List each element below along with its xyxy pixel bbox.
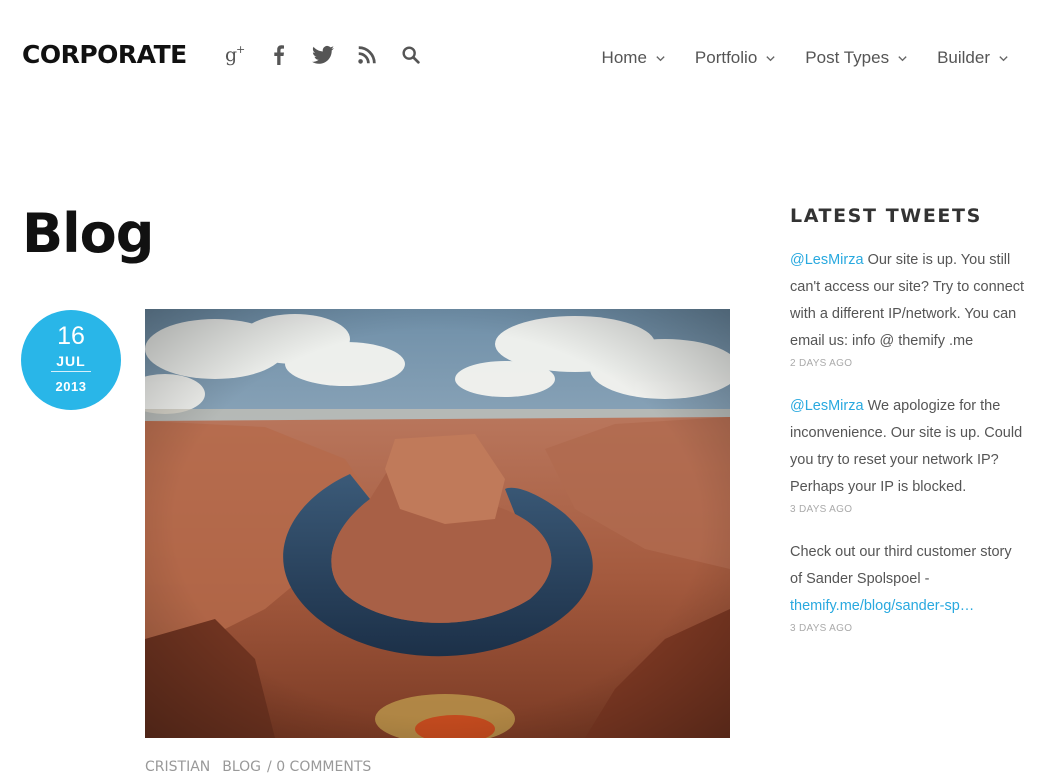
tweet-mention-link[interactable]: @LesMirza [790, 252, 864, 268]
canyon-photo [145, 309, 730, 738]
tweet-text: Check out our third customer story of Sa… [790, 544, 1012, 587]
tweet-item: @LesMirza We apologize for the inconveni… [790, 393, 1025, 517]
post-category-link[interactable]: BLOG [222, 759, 261, 775]
chevron-down-icon [898, 55, 907, 61]
tweet-body: @LesMirza Our site is up. You still can'… [790, 247, 1025, 355]
chevron-down-icon [656, 55, 665, 61]
post-date-year: 2013 [55, 379, 87, 394]
chevron-down-icon [766, 55, 775, 61]
chevron-down-icon [999, 55, 1008, 61]
nav-item-label: Portfolio [694, 48, 758, 67]
post-featured-image[interactable] [145, 309, 730, 738]
post-date-month: JUL [51, 353, 91, 372]
nav-item-portfolio[interactable]: Portfolio [695, 48, 776, 68]
social-links: g + [222, 42, 424, 68]
tweet-body: Check out our third customer story of Sa… [790, 539, 1025, 620]
tweet-time: 2 DAYS AGO [790, 358, 853, 369]
post-author-link[interactable]: CRISTIAN [145, 759, 210, 775]
google-plus-icon[interactable]: g + [222, 42, 248, 68]
facebook-icon[interactable] [266, 42, 292, 68]
post-date-day: 16 [57, 322, 85, 350]
nav-item-label: Home [601, 48, 647, 67]
post-comments-link[interactable]: / 0 COMMENTS [267, 759, 371, 775]
tweet-body: @LesMirza We apologize for the inconveni… [790, 393, 1025, 501]
post-date-badge: 16 JUL 2013 [21, 310, 121, 410]
nav-item-label: Builder [937, 48, 990, 67]
post-meta: CRISTIAN BLOG / 0 COMMENTS [145, 759, 371, 775]
site-logo[interactable]: CORPORATE [22, 40, 187, 69]
nav-item-label: Post Types [805, 48, 890, 67]
tweet-item: @LesMirza Our site is up. You still can'… [790, 247, 1025, 371]
nav-item-post-types[interactable]: Post Types [805, 48, 908, 68]
nav-item-builder[interactable]: Builder [937, 48, 1009, 68]
page-title: Blog [22, 202, 154, 265]
tweet-item: Check out our third customer story of Sa… [790, 539, 1025, 636]
tweet-link[interactable]: themify.me/blog/sander-sp… [790, 598, 974, 614]
tweet-time: 3 DAYS AGO [790, 504, 853, 515]
sidebar: LATEST TWEETS @LesMirza Our site is up. … [790, 205, 1025, 658]
main-nav: Home Portfolio Post Types Builder [602, 48, 1009, 68]
nav-item-home[interactable]: Home [602, 48, 666, 68]
rss-icon[interactable] [354, 42, 380, 68]
sidebar-heading: LATEST TWEETS [790, 205, 982, 227]
svg-text:+: + [236, 43, 245, 56]
twitter-icon[interactable] [310, 42, 336, 68]
search-icon[interactable] [398, 42, 424, 68]
tweet-mention-link[interactable]: @LesMirza [790, 398, 864, 414]
tweet-time: 3 DAYS AGO [790, 623, 853, 634]
